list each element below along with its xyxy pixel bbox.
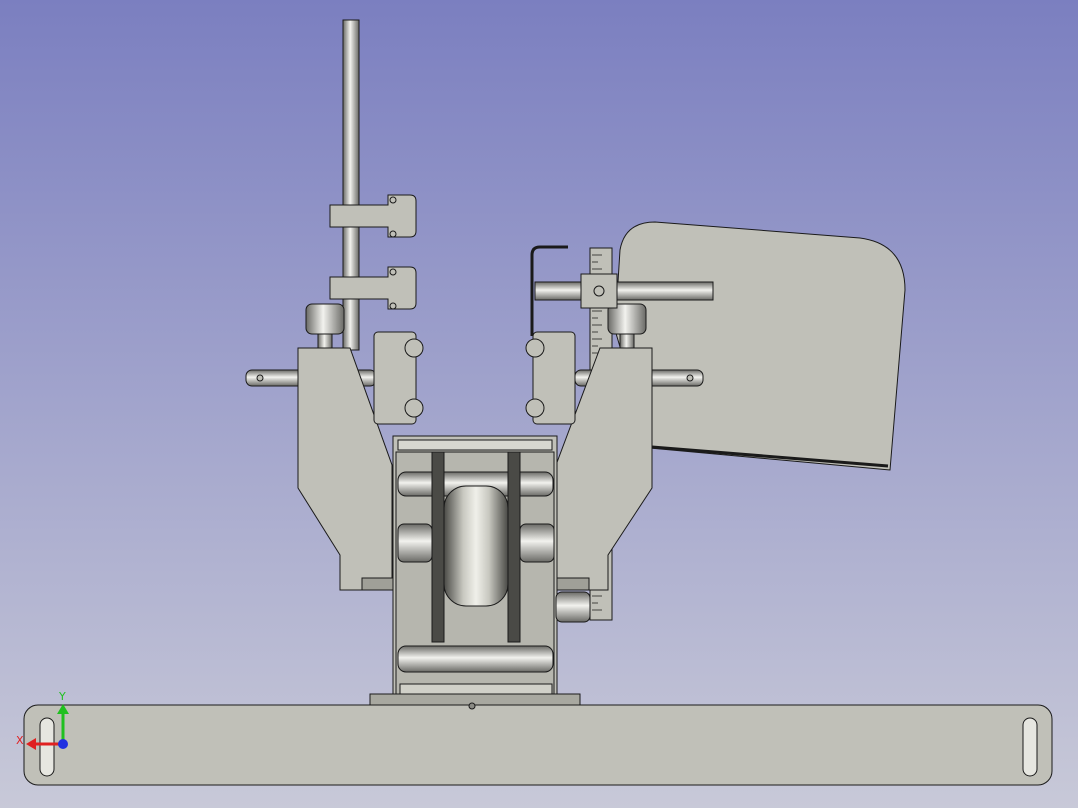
wheel-frame-left (431, 451, 445, 643)
cad-3d-viewport[interactable]: Y X (0, 0, 1078, 808)
cover-plate[interactable] (614, 221, 906, 471)
upper-crossbar[interactable] (534, 281, 714, 301)
z-axis-dot (58, 739, 68, 749)
wheel-frame-right (507, 451, 521, 643)
knob-left[interactable] (305, 303, 345, 335)
x-axis-label: X (16, 734, 24, 747)
bottom-roller[interactable] (397, 645, 554, 673)
model-canvas[interactable]: Y X (0, 0, 1078, 808)
pulley-wheel[interactable] (443, 485, 509, 607)
base-bar[interactable] (23, 704, 1053, 786)
slot-right (1022, 717, 1038, 777)
y-axis-label: Y (58, 690, 66, 703)
slot-left (39, 717, 55, 777)
vertical-rod[interactable] (342, 19, 360, 351)
